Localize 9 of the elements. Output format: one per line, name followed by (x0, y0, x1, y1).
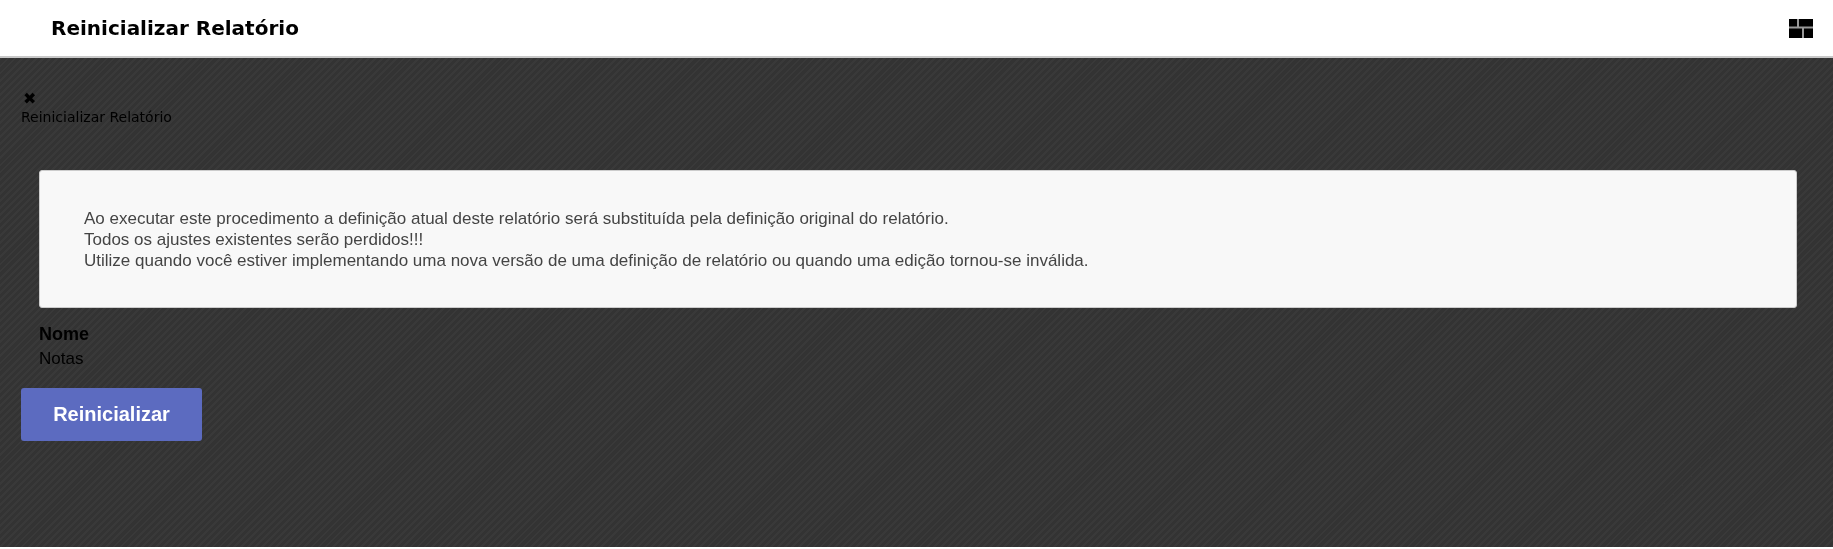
message-text: Ao executar este procedimento a definição atual deste relatório será substituída pela definição original do relatório. (84, 208, 950, 229)
message-text: Utilize quando você estiver implementando uma nova versão de uma definição de relatório ou quando uma edição tornou-se inválida. (84, 250, 1090, 271)
panel-title: Reinicializar Relatório (21, 108, 173, 126)
layout-icon[interactable] (1789, 18, 1813, 38)
field-value: Notas (39, 349, 85, 369)
message-text: Todos os ajustes existentes serão perdidos!!! (84, 229, 425, 250)
page-title: Reinicializar Relatório (51, 16, 299, 40)
field-label: Nome (39, 324, 90, 345)
reset-button[interactable]: Reinicializar (21, 388, 202, 441)
